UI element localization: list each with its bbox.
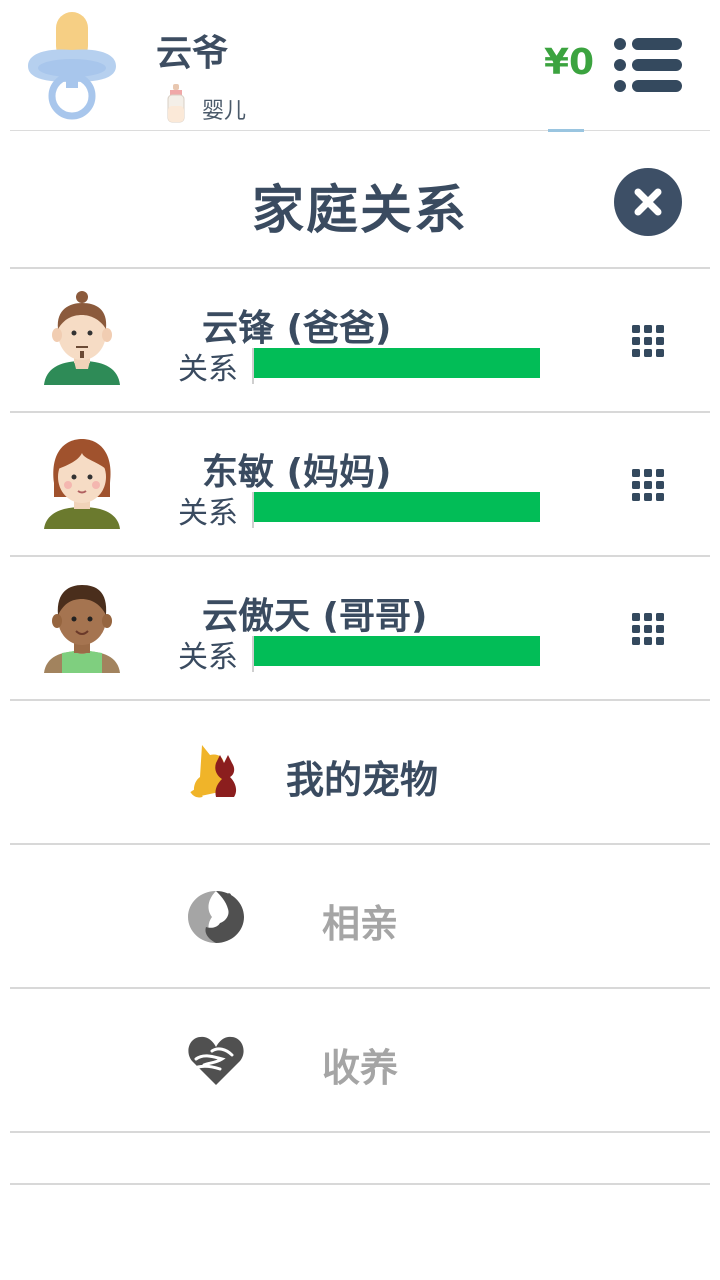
- dialog-title: 家庭关系: [251, 181, 468, 241]
- character-name: 云爷: [156, 33, 229, 74]
- relation-bar-fill: [254, 492, 540, 522]
- relation-label: 关系: [178, 352, 238, 387]
- family-member-row: 云锋 (爸爸) 关系: [0, 269, 720, 411]
- grid-menu-icon[interactable]: [630, 467, 666, 503]
- father-avatar-icon: [44, 291, 120, 385]
- family-member-row: 东敏 (妈妈) 关系: [0, 413, 720, 555]
- relation-label: 关系: [178, 640, 238, 675]
- header-indicator: [548, 129, 584, 132]
- close-button[interactable]: [614, 168, 682, 236]
- divider: [10, 1183, 710, 1185]
- option-label: 收养: [322, 1046, 399, 1090]
- divider: [10, 1131, 710, 1133]
- my-pets-option[interactable]: 我的宠物: [0, 701, 720, 843]
- life-stage-label: 婴儿: [202, 99, 247, 124]
- relation-bar-fill: [254, 348, 540, 378]
- baby-bottle-icon: [167, 84, 185, 123]
- relation-bar: [252, 636, 542, 672]
- relation-bar: [252, 348, 542, 384]
- option-label: 相亲: [322, 902, 399, 946]
- relation-label: 关系: [178, 496, 238, 531]
- matchmaking-option[interactable]: 相亲: [0, 845, 720, 987]
- grid-menu-icon[interactable]: [630, 323, 666, 359]
- menu-list-icon[interactable]: [612, 36, 684, 94]
- mother-avatar-icon: [44, 439, 120, 529]
- close-icon: [634, 188, 662, 216]
- brother-avatar-icon: [44, 585, 120, 673]
- money-balance: ¥0: [544, 42, 595, 83]
- option-label: 我的宠物: [286, 758, 439, 802]
- family-member-row: 云傲天 (哥哥) 关系: [0, 557, 720, 699]
- adopt-icon: [188, 1036, 244, 1085]
- grid-menu-icon[interactable]: [630, 611, 666, 647]
- header-divider: [10, 130, 710, 131]
- matchmaking-icon: [188, 891, 244, 943]
- relation-bar-fill: [254, 636, 540, 666]
- pets-icon: [190, 745, 237, 798]
- pacifier-avatar-icon: [28, 12, 116, 120]
- relation-bar: [252, 492, 542, 528]
- adopt-option[interactable]: 收养: [0, 989, 720, 1131]
